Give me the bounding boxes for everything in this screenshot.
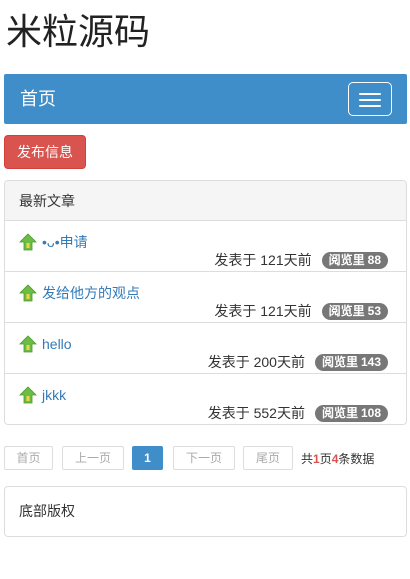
up-arrow-icon [19, 284, 37, 302]
footer-copyright: 底部版权 [4, 486, 407, 537]
article-title-link[interactable]: 发给他方的观点 [42, 284, 140, 302]
article-posted-time: 发表于 121天前 [214, 303, 312, 319]
pagination-current-page[interactable]: 1 [132, 446, 163, 470]
pagination-first[interactable]: 首页 [4, 446, 53, 470]
view-count-label: 阅览里 [328, 303, 365, 318]
view-count-value: 143 [360, 354, 381, 369]
nav-home-link[interactable]: 首页 [20, 87, 56, 111]
latest-articles-panel: 最新文章 •ᴗ•申请 发表于 121天前 阅览里 88 发给他方的观点 发表于 1… [4, 180, 407, 425]
view-count-badge: 阅览里 53 [321, 302, 388, 320]
view-count-label: 阅览里 [328, 252, 365, 267]
view-count-label: 阅览里 [321, 354, 358, 369]
article-item: jkkk 发表于 552天前 阅览里 108 [5, 374, 406, 424]
summary-page-count: 1 [313, 452, 320, 466]
view-count-label: 阅览里 [321, 405, 358, 420]
view-count-value: 108 [360, 405, 381, 420]
summary-mid: 页 [319, 452, 332, 466]
latest-articles-heading: 最新文章 [5, 181, 406, 221]
up-arrow-icon [19, 233, 37, 251]
article-title-link[interactable]: hello [42, 335, 72, 353]
navbar-toggle-button[interactable] [348, 82, 392, 116]
view-count-badge: 阅览里 143 [314, 353, 388, 371]
publish-info-button[interactable]: 发布信息 [4, 135, 86, 169]
article-meta: 发表于 121天前 阅览里 53 [214, 302, 388, 320]
article-title-link[interactable]: •ᴗ•申请 [42, 233, 88, 251]
article-meta: 发表于 200天前 阅览里 143 [208, 353, 388, 371]
view-count-value: 53 [367, 303, 381, 318]
up-arrow-icon [19, 335, 37, 353]
article-meta: 发表于 552天前 阅览里 108 [208, 404, 388, 422]
article-posted-time: 发表于 552天前 [207, 405, 305, 421]
site-title: 米粒源码 [6, 12, 151, 53]
article-posted-time: 发表于 121天前 [214, 252, 312, 268]
pagination-summary: 共1页4条数据 [301, 451, 374, 467]
article-item: hello 发表于 200天前 阅览里 143 [5, 323, 406, 374]
up-arrow-icon [19, 386, 37, 404]
view-count-value: 88 [367, 252, 381, 267]
summary-suffix: 条数据 [338, 452, 375, 466]
summary-prefix: 共 [301, 452, 314, 466]
view-count-badge: 阅览里 88 [321, 251, 388, 269]
navbar: 首页 [4, 74, 407, 124]
article-title-link[interactable]: jkkk [42, 386, 66, 404]
article-item: 发给他方的观点 发表于 121天前 阅览里 53 [5, 272, 406, 323]
view-count-badge: 阅览里 108 [314, 404, 388, 422]
article-item: •ᴗ•申请 发表于 121天前 阅览里 88 [5, 221, 406, 272]
pagination-next[interactable]: 下一页 [173, 446, 235, 470]
pagination-prev[interactable]: 上一页 [62, 446, 124, 470]
article-posted-time: 发表于 200天前 [207, 354, 305, 370]
pagination-last[interactable]: 尾页 [243, 446, 293, 470]
article-meta: 发表于 121天前 阅览里 88 [214, 251, 388, 269]
